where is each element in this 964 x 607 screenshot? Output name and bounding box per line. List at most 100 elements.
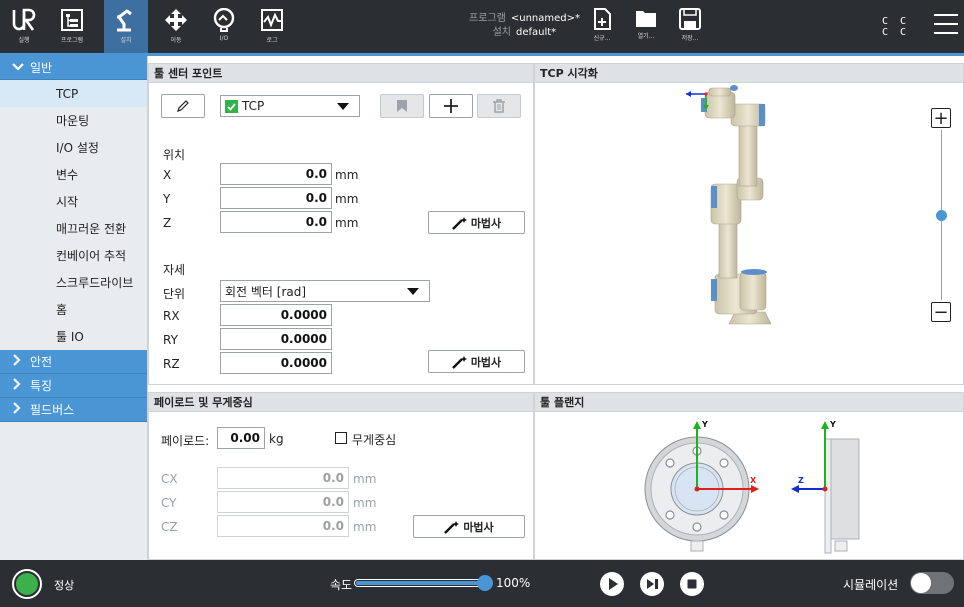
sidebar-item[interactable]: 스크루드라이브 (0, 269, 147, 296)
cx-label: CX (161, 472, 178, 486)
unit-label: 단위 (163, 287, 186, 301)
sidebar-item[interactable]: 홈 (0, 296, 147, 323)
installation-name: default* (516, 27, 557, 38)
orientation-label: 자세 (163, 263, 186, 277)
tcp-visualization-panel: TCP 시각화 + − (534, 63, 964, 385)
sidebar-group[interactable]: 특징 (0, 374, 147, 398)
z-input[interactable]: 0.0 (220, 211, 332, 233)
front-axis-y: Y (701, 420, 708, 429)
rotation-unit-select[interactable]: 회전 벡터 [rad] (220, 280, 430, 302)
delete-tcp-button[interactable] (477, 94, 521, 118)
tool-flange-diagram: Y X Y Z (644, 420, 860, 554)
cog-checkbox[interactable] (335, 432, 347, 444)
cc-line-1: C C (882, 16, 910, 27)
speed-slider-knob[interactable] (477, 575, 493, 591)
zoom-out-button[interactable]: − (931, 302, 951, 323)
position-wizard-button[interactable]: 마법사 (428, 211, 525, 234)
plus-icon (444, 99, 458, 113)
magic-wand-icon (444, 520, 460, 534)
installation-key: 설치 (492, 27, 511, 38)
sidebar-group-label: 안전 (30, 355, 53, 369)
simulation-toggle-knob (911, 573, 931, 593)
sidebar-items: TCP 마운팅 I/O 설정 변수 시작 매끄러운 전환 컨베이어 추적 스크루드라이브 홈 툴 … (0, 80, 147, 350)
tool-flange-title: 툴 플랜지 (535, 393, 963, 412)
z-label: Z (163, 216, 172, 230)
cy-input[interactable]: 0.0 (217, 491, 349, 513)
hamburger-menu-icon[interactable] (934, 14, 958, 38)
simulation-toggle[interactable] (910, 572, 954, 594)
step-button[interactable] (640, 572, 664, 596)
sidebar-group[interactable]: 필드버스 (0, 398, 147, 422)
power-status-button[interactable] (12, 569, 42, 599)
payload-input[interactable]: 0.00 (217, 427, 265, 449)
add-tcp-button[interactable] (429, 94, 473, 118)
sidebar-item[interactable]: 컨베이어 추적 (0, 242, 147, 269)
dropdown-arrow-icon (407, 288, 419, 295)
sidebar-item[interactable]: 마운팅 (0, 107, 147, 134)
sidebar-item[interactable]: 툴 IO (0, 323, 147, 350)
cx-unit: mm (353, 472, 377, 486)
stop-button[interactable] (680, 572, 704, 596)
speed-slider[interactable] (354, 575, 493, 591)
x-input[interactable]: 0.0 (220, 163, 332, 185)
tab-log[interactable]: 로그 (252, 0, 292, 53)
rx-input[interactable]: 0.0000 (220, 304, 332, 326)
speed-label: 속도 (330, 578, 353, 592)
tab-io[interactable]: I/O (204, 0, 244, 53)
program-info: 프로그램 <unnamed>* 설치 default* (420, 12, 580, 40)
save-button[interactable]: 저장... (672, 0, 708, 53)
rz-input[interactable]: 0.0000 (220, 352, 332, 374)
new-file-icon (594, 8, 611, 30)
robot-arm-3d-view[interactable] (535, 84, 915, 374)
new-file-button[interactable]: 신규... (584, 0, 620, 53)
sidebar-item[interactable]: I/O 설정 (0, 134, 147, 161)
tab-move-label: 이동 (170, 37, 182, 44)
tab-run[interactable]: 실행 (4, 0, 44, 53)
play-icon (609, 578, 618, 590)
tab-program[interactable]: 프로그램 (52, 0, 92, 53)
x-unit: mm (335, 168, 359, 182)
play-button[interactable] (600, 572, 624, 596)
rz-label: RZ (163, 357, 180, 371)
position-label: 위치 (163, 148, 186, 162)
sidebar-group[interactable]: 안전 (0, 350, 147, 374)
sidebar-group-label: 필드버스 (30, 403, 75, 417)
installation-icon (117, 9, 132, 32)
zoom-in-button[interactable]: + (931, 108, 951, 129)
cc-line-2: C C (882, 27, 910, 38)
tab-move[interactable]: 이동 (156, 0, 196, 53)
open-button[interactable]: 열기... (628, 0, 664, 53)
ry-label: RY (163, 333, 178, 347)
set-default-tcp-button[interactable] (380, 94, 424, 118)
cy-unit: mm (353, 496, 377, 510)
cx-input[interactable]: 0.0 (217, 467, 349, 489)
sidebar-item[interactable]: 변수 (0, 161, 147, 188)
log-icon (261, 9, 283, 31)
trash-icon (493, 99, 505, 113)
sidebar-item[interactable]: TCP (0, 80, 147, 107)
open-folder-icon (636, 11, 656, 27)
sidebar-item[interactable]: 매끄러운 전환 (0, 215, 147, 242)
cy-label: CY (161, 496, 177, 510)
payload-wizard-button[interactable]: 마법사 (413, 515, 525, 538)
ry-input[interactable]: 0.0000 (220, 328, 332, 350)
rename-tcp-button[interactable] (161, 94, 205, 118)
x-label: X (163, 168, 172, 182)
y-input[interactable]: 0.0 (220, 187, 332, 209)
tab-log-label: 로그 (266, 37, 278, 44)
orientation-wizard-button[interactable]: 마법사 (428, 350, 525, 373)
y-unit: mm (335, 192, 359, 206)
sidebar-group-label: 특징 (30, 379, 53, 393)
program-name: <unnamed>* (510, 13, 580, 24)
save-label: 저장... (681, 35, 699, 42)
installation-sidebar: 일반 TCP 마운팅 I/O 설정 변수 시작 매끄러운 전환 컨베이어 추적 스크루드라이브… (0, 56, 148, 560)
io-icon (213, 8, 235, 32)
tool-flange-panel: 툴 플랜지 Y X Y Z (534, 392, 964, 560)
sidebar-group-general[interactable]: 일반 (0, 56, 147, 80)
cz-input[interactable]: 0.0 (217, 515, 349, 537)
sidebar-item[interactable]: 시작 (0, 188, 147, 215)
tab-installation[interactable]: 설치 (104, 0, 148, 53)
move-icon (165, 9, 187, 31)
zoom-slider-knob[interactable] (936, 210, 947, 221)
tcp-select[interactable]: TCP (220, 95, 360, 117)
